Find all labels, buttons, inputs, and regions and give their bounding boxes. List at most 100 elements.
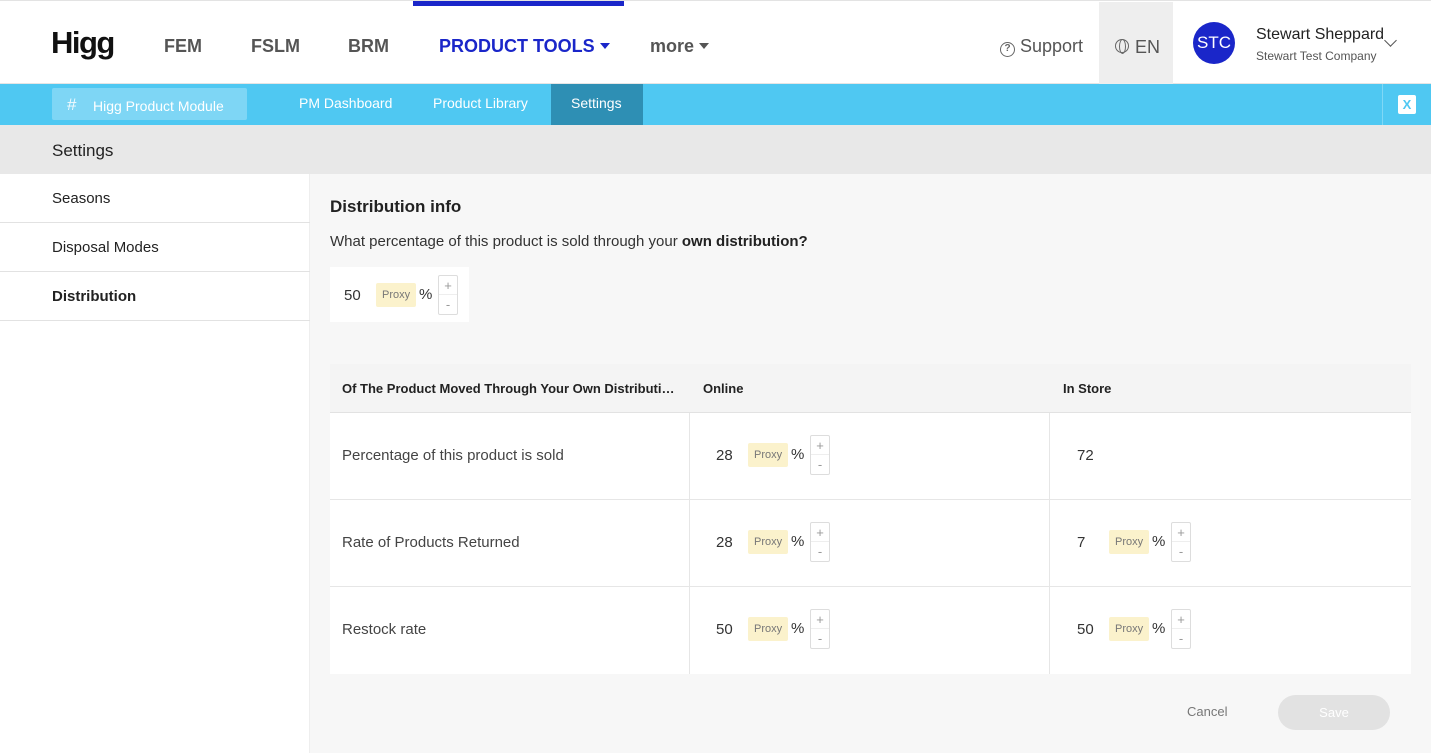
language-label: EN — [1135, 37, 1161, 57]
increment-button[interactable]: + — [811, 436, 829, 455]
proxy-badge: Proxy — [1109, 617, 1150, 641]
support-link[interactable]: ? Support — [1000, 36, 1083, 57]
nav-more[interactable]: more — [650, 36, 710, 57]
sidebar-item-label: Seasons — [52, 190, 111, 207]
column-header-in-store: In Store — [1063, 381, 1112, 396]
table-header: Of The Product Moved Through Your Own Di… — [330, 364, 1411, 413]
sidebar-item-seasons[interactable]: Seasons — [0, 174, 310, 223]
nav-fem[interactable]: FEM — [164, 36, 202, 57]
help-circle-icon: ? — [1000, 42, 1015, 57]
nav-fslm[interactable]: FSLM — [251, 36, 300, 57]
own-distribution-field: 50 Proxy % + - — [330, 267, 469, 322]
nav-product-tools-label: PRODUCT TOOLS — [439, 36, 595, 56]
main-content: Distribution info What percentage of thi… — [310, 174, 1431, 753]
avatar[interactable]: STC — [1193, 22, 1235, 64]
proxy-badge: Proxy — [748, 530, 789, 554]
module-nav-bar: # Higg Product Module PM Dashboard Produ… — [0, 84, 1431, 125]
page-title: Settings — [52, 141, 114, 160]
row-label: Percentage of this product is sold — [342, 447, 564, 464]
proxy-badge: Proxy — [376, 283, 417, 307]
percent-symbol: % — [791, 533, 805, 550]
increment-button[interactable]: + — [811, 610, 829, 629]
quantity-stepper: + - — [810, 609, 830, 649]
online-stepper: 28 Proxy % + - — [716, 435, 836, 475]
proxy-badge: Proxy — [748, 443, 789, 467]
nav-product-tools[interactable]: PRODUCT TOOLS — [439, 36, 610, 57]
chevron-down-icon[interactable] — [1384, 34, 1397, 47]
percent-symbol: % — [791, 446, 805, 463]
active-nav-indicator — [413, 1, 624, 6]
quantity-stepper: + - — [810, 435, 830, 475]
nav-more-label: more — [650, 36, 695, 56]
proxy-badge: Proxy — [1109, 530, 1150, 554]
sidebar-item-label: Disposal Modes — [52, 239, 159, 256]
percent-symbol: % — [1152, 620, 1166, 637]
increment-button[interactable]: + — [439, 276, 457, 295]
question-emphasis: own distribution? — [681, 233, 808, 250]
sidebar-item-distribution[interactable]: Distribution — [0, 272, 310, 321]
nav-brm[interactable]: BRM — [348, 36, 389, 57]
quantity-stepper: + - — [810, 522, 830, 562]
quantity-stepper: + - — [1171, 522, 1191, 562]
quantity-stepper: + - — [438, 275, 458, 315]
user-name[interactable]: Stewart Sheppard — [1256, 26, 1384, 44]
in-store-value[interactable]: 50 — [1077, 621, 1094, 638]
row-label: Restock rate — [342, 621, 427, 638]
decrement-button[interactable]: - — [1172, 542, 1190, 561]
caret-down-icon — [699, 43, 710, 49]
in-store-stepper: 7 Proxy % + - — [1077, 522, 1197, 562]
online-stepper: 28 Proxy % + - — [716, 522, 836, 562]
percent-symbol: % — [791, 620, 805, 637]
online-stepper: 50 Proxy % + - — [716, 609, 836, 649]
tab-settings[interactable]: Settings — [571, 95, 622, 111]
column-header-product-moved: Of The Product Moved Through Your Own Di… — [342, 381, 677, 396]
column-header-online: Online — [703, 381, 744, 396]
own-distribution-value[interactable]: 50 — [344, 287, 361, 304]
module-grid-icon: # — [67, 95, 77, 114]
increment-button[interactable]: + — [1172, 523, 1190, 542]
module-selector[interactable]: # Higg Product Module — [52, 88, 247, 120]
settings-sidebar: Seasons Disposal Modes Distribution — [0, 174, 310, 753]
excel-icon: X — [1398, 95, 1416, 114]
own-distribution-stepper: 50 Proxy % + - — [344, 275, 464, 315]
user-company: Stewart Test Company — [1256, 49, 1377, 63]
table-row: Restock rate 50 Proxy % + - 50 Proxy % +… — [330, 587, 1411, 674]
sidebar-item-disposal-modes[interactable]: Disposal Modes — [0, 223, 310, 272]
in-store-stepper: 50 Proxy % + - — [1077, 609, 1197, 649]
decrement-button[interactable]: - — [1172, 629, 1190, 648]
globe-icon — [1115, 39, 1129, 54]
percent-symbol: % — [419, 286, 433, 303]
higg-logo[interactable]: Higg — [51, 25, 115, 61]
section-title: Distribution info — [330, 197, 462, 216]
decrement-button[interactable]: - — [811, 455, 829, 474]
tab-product-library[interactable]: Product Library — [433, 95, 528, 111]
table-row: Percentage of this product is sold 28 Pr… — [330, 413, 1411, 500]
increment-button[interactable]: + — [811, 523, 829, 542]
table-row: Rate of Products Returned 28 Proxy % + -… — [330, 500, 1411, 587]
proxy-badge: Proxy — [748, 617, 789, 641]
cancel-button[interactable]: Cancel — [1187, 704, 1227, 719]
online-value[interactable]: 50 — [716, 621, 733, 638]
decrement-button[interactable]: - — [439, 295, 457, 314]
distribution-question: What percentage of this product is sold … — [330, 233, 808, 250]
support-label: Support — [1020, 36, 1084, 56]
increment-button[interactable]: + — [1172, 610, 1190, 629]
sidebar-item-label: Distribution — [52, 288, 137, 305]
distribution-table: Of The Product Moved Through Your Own Di… — [330, 364, 1411, 674]
tab-pm-dashboard[interactable]: PM Dashboard — [299, 95, 392, 111]
page-header: Settings — [0, 125, 1431, 174]
row-label: Rate of Products Returned — [342, 534, 520, 551]
in-store-value[interactable]: 7 — [1077, 534, 1085, 551]
percent-symbol: % — [1152, 533, 1166, 550]
online-value[interactable]: 28 — [716, 534, 733, 551]
language-selector[interactable]: EN — [1099, 2, 1173, 84]
top-nav-bar: Higg FEM FSLM BRM PRODUCT TOOLS more ? Su… — [0, 0, 1431, 84]
decrement-button[interactable]: - — [811, 629, 829, 648]
save-button[interactable]: Save — [1278, 695, 1390, 730]
module-label: Higg Product Module — [93, 98, 224, 114]
decrement-button[interactable]: - — [811, 542, 829, 561]
question-text: What percentage of this product is sold … — [330, 233, 682, 250]
online-value[interactable]: 28 — [716, 447, 733, 464]
excel-export-button[interactable]: X — [1382, 84, 1431, 125]
quantity-stepper: + - — [1171, 609, 1191, 649]
